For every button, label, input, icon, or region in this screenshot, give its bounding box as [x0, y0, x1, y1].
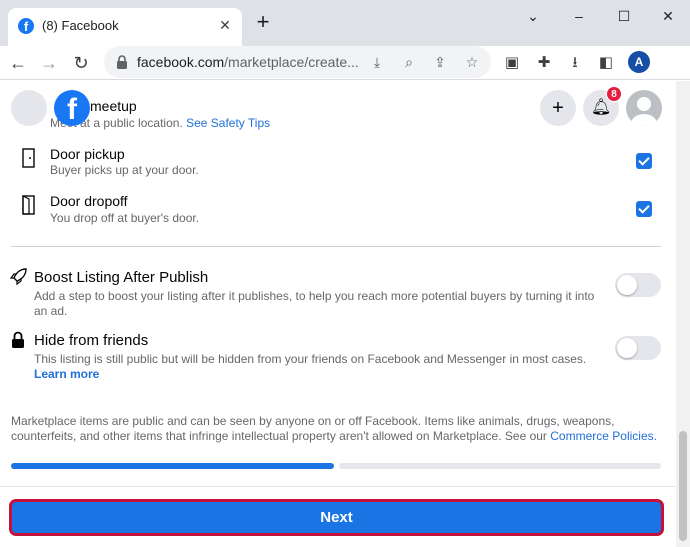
extensions-icon[interactable]: ✚	[534, 53, 554, 73]
boost-listing-toggle[interactable]	[615, 273, 661, 297]
commerce-policies-link[interactable]: Commerce Policies.	[550, 429, 657, 443]
minimize-icon[interactable]: –	[564, 6, 594, 26]
address-bar[interactable]: facebook.com/marketplace/create... ⤓ ⌕ ⇪…	[104, 46, 491, 78]
marketplace-policy-note: Marketplace items are public and can be …	[11, 414, 661, 444]
door-icon	[22, 148, 35, 168]
scrollbar-thumb[interactable]	[679, 431, 687, 541]
url-path: /marketplace/create...	[224, 54, 359, 70]
progress-step-completed	[11, 463, 334, 469]
door-dropoff-checkbox[interactable]	[636, 201, 652, 217]
close-window-icon[interactable]: ✕	[653, 6, 683, 26]
download-icon[interactable]: ⭳	[565, 53, 585, 73]
screenshot-icon[interactable]: ▣	[502, 53, 522, 73]
door-dropoff-subtitle: You drop off at buyer's door.	[50, 211, 200, 225]
browser-tab[interactable]: f (8) Facebook ✕	[8, 8, 242, 46]
url-text: facebook.com/marketplace/create...	[137, 54, 359, 70]
hide-from-friends-subtitle: This listing is still public but will be…	[34, 352, 604, 382]
chevron-down-icon[interactable]: ⌄	[518, 6, 548, 26]
zoom-icon[interactable]: ⌕	[399, 52, 419, 72]
new-tab-icon[interactable]: +	[252, 11, 274, 34]
meetup-icon	[11, 90, 47, 126]
progress-step-remaining	[339, 463, 661, 469]
bookmark-star-icon[interactable]: ☆	[462, 52, 482, 72]
side-panel-icon[interactable]: ◧	[596, 53, 616, 73]
learn-more-link[interactable]: Learn more	[34, 367, 99, 381]
notification-badge: 8	[606, 86, 622, 102]
profile-avatar[interactable]: A	[628, 51, 650, 73]
safety-tips-link[interactable]: See Safety Tips	[186, 116, 270, 130]
tab-title: (8) Facebook	[42, 18, 119, 33]
rocket-icon	[10, 268, 27, 285]
policy-note-text: Marketplace items are public and can be …	[11, 414, 615, 443]
hide-from-friends-text: This listing is still public but will be…	[34, 352, 587, 366]
lock-icon	[117, 55, 127, 69]
browser-tab-bar: f (8) Facebook ✕ + ⌄ – ☐ ✕	[0, 0, 690, 46]
hide-from-friends-toggle[interactable]	[615, 336, 661, 360]
section-divider	[11, 246, 661, 247]
install-app-icon[interactable]: ⤓	[367, 52, 387, 72]
reload-icon[interactable]: ↻	[68, 50, 94, 76]
lock-icon	[12, 331, 24, 348]
browser-toolbar: ← → ↻ facebook.com/marketplace/create...…	[0, 46, 690, 80]
meetup-title: meetup	[90, 98, 137, 114]
facebook-favicon-icon: f	[18, 18, 34, 34]
open-door-icon	[22, 195, 35, 215]
bottom-divider	[0, 486, 676, 487]
door-pickup-title: Door pickup	[50, 146, 125, 162]
door-pickup-checkbox[interactable]	[636, 153, 652, 169]
account-avatar[interactable]	[626, 90, 662, 126]
maximize-icon[interactable]: ☐	[609, 6, 639, 26]
create-plus-icon[interactable]: +	[540, 90, 576, 126]
next-button[interactable]: Next	[9, 499, 664, 536]
url-host: facebook.com	[137, 54, 225, 70]
hide-from-friends-title: Hide from friends	[34, 332, 149, 349]
share-icon[interactable]: ⇪	[430, 52, 450, 72]
boost-listing-subtitle: Add a step to boost your listing after i…	[34, 289, 595, 318]
back-arrow-icon[interactable]: ←	[5, 50, 31, 76]
door-pickup-subtitle: Buyer picks up at your door.	[50, 163, 199, 177]
facebook-logo-icon[interactable]: f	[54, 90, 90, 126]
page-scrollbar[interactable]	[676, 81, 690, 547]
close-tab-icon[interactable]: ✕	[216, 16, 234, 34]
boost-listing-title: Boost Listing After Publish	[34, 269, 209, 286]
door-dropoff-title: Door dropoff	[50, 193, 128, 209]
forward-arrow-icon[interactable]: →	[36, 50, 62, 76]
